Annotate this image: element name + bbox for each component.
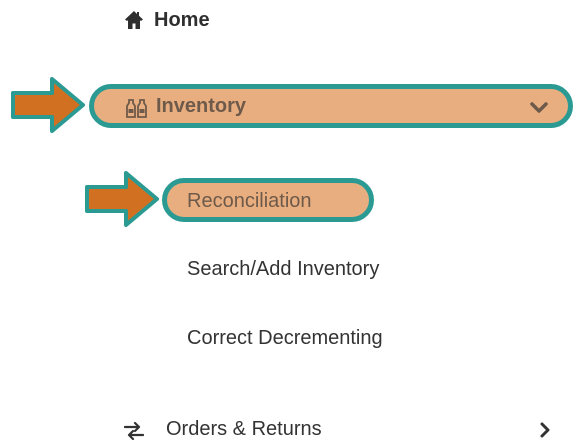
nav-subitem-label: Reconciliation	[187, 190, 312, 212]
nav-subitem-label: Correct Decrementing	[187, 327, 383, 349]
nav-item-label: Home	[154, 8, 210, 31]
nav-item-orders-returns[interactable]: Orders & Returns	[124, 418, 564, 444]
nav-item-home[interactable]: Home	[124, 4, 210, 36]
chevron-down-icon[interactable]	[530, 100, 548, 116]
nav-item-label: Orders & Returns	[166, 418, 322, 440]
chevron-right-icon[interactable]	[538, 422, 552, 438]
nav-item-inventory[interactable]: Inventory	[89, 84, 573, 128]
nav-subitem-search-add-inventory[interactable]: Search/Add Inventory	[187, 258, 379, 281]
nav-subitem-reconciliation[interactable]: Reconciliation	[162, 178, 374, 222]
exchange-icon	[124, 422, 144, 440]
nav-subitem-label: Search/Add Inventory	[187, 258, 380, 280]
nav-subitem-correct-decrementing[interactable]: Correct Decrementing	[187, 327, 383, 350]
home-icon	[125, 11, 143, 29]
bottles-icon	[126, 99, 147, 118]
annotation-arrow-inventory	[11, 77, 85, 133]
annotation-arrow-reconciliation	[85, 171, 159, 227]
nav-item-label: Inventory	[156, 95, 247, 117]
